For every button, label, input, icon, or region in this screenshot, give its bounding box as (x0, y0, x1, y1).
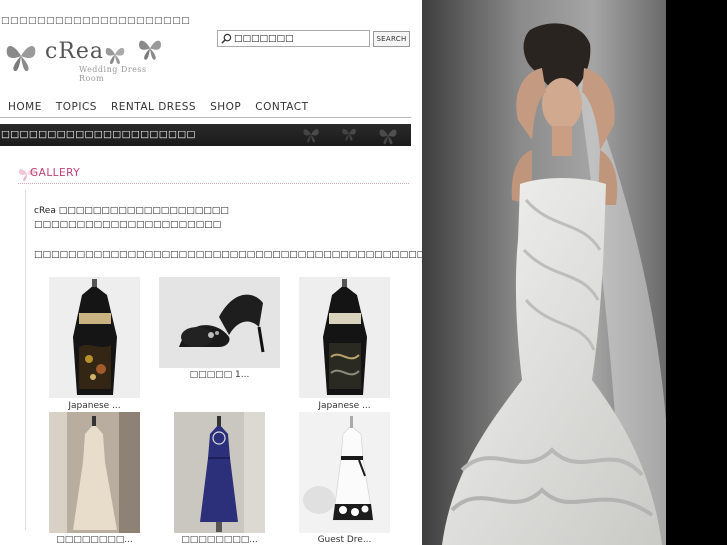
main-column: □□□□□□□□□□□□□□□□□□□□□ cRea Wedding Dress… (0, 0, 553, 545)
hero-bridal-photo (422, 0, 666, 545)
nav-contact[interactable]: CONTACT (255, 100, 308, 117)
nav-shop[interactable]: SHOP (210, 100, 241, 117)
banner-text: □□□□□□□□□□□□□□□□□□□□□ (1, 129, 196, 140)
butterfly-icon (139, 40, 161, 60)
butterfly-icon (6, 46, 36, 72)
intro-line: □□□□□□□□□□□□□□□□□□□□□□ (34, 220, 222, 230)
dress-photo (49, 412, 140, 533)
search-input[interactable] (234, 32, 366, 45)
butterfly-icon (342, 128, 356, 141)
butterfly-icon (303, 129, 319, 143)
nav-home[interactable]: HOME (8, 100, 42, 117)
gallery-caption[interactable]: Japanese ... (299, 401, 390, 411)
gallery-title: GALLERY (30, 167, 81, 179)
search-button[interactable]: SEARCH (373, 31, 410, 47)
gallery-thumb[interactable] (299, 277, 390, 398)
gallery-caption[interactable]: Guest Dre... (299, 535, 390, 545)
nav-topics[interactable]: TOPICS (56, 100, 97, 117)
nav-rental-dress[interactable]: RENTAL DRESS (111, 100, 196, 117)
gallery-heading: GALLERY (18, 166, 409, 184)
dress-photo (174, 412, 265, 533)
logo-wordmark: cRea (45, 39, 105, 64)
page-banner: □□□□□□□□□□□□□□□□□□□□□ (0, 124, 411, 146)
right-margin (666, 0, 727, 545)
gallery-thumb[interactable] (159, 277, 280, 368)
kimono-photo (49, 277, 140, 398)
gallery-caption[interactable]: Japanese ... (49, 401, 140, 411)
kimono-photo (299, 277, 390, 398)
logo-subtitle: Wedding Dress Room (79, 65, 147, 83)
gallery-intro: cRea □□□□□□□□□□□□□□□□□□□□ □□□□□□□□□□□□□□… (34, 204, 229, 232)
gallery-thumb[interactable] (49, 412, 140, 533)
butterfly-icon (379, 129, 397, 145)
gallery-caption[interactable]: □□□□□□□□... (174, 535, 265, 545)
gallery-caption[interactable]: □□□□□ 1... (159, 370, 280, 380)
gallery-caption[interactable]: □□□□□□□□... (49, 535, 140, 545)
main-nav: HOME TOPICS RENTAL DRESS SHOP CONTACT (0, 100, 411, 118)
shoes-photo (159, 277, 280, 368)
intro-line: cRea □□□□□□□□□□□□□□□□□□□□ (34, 206, 229, 216)
butterfly-icon (105, 47, 125, 65)
site-tagline: □□□□□□□□□□□□□□□□□□□□□ (1, 16, 191, 26)
content-divider (25, 190, 26, 530)
gallery-thumb[interactable] (49, 277, 140, 398)
gallery-thumb[interactable] (299, 412, 390, 533)
search-icon (221, 33, 232, 44)
bride-photo (422, 0, 666, 545)
gallery-thumb[interactable] (174, 412, 265, 533)
search-box[interactable] (217, 30, 370, 47)
site-logo[interactable]: cRea Wedding Dress Room (3, 36, 173, 83)
dress-photo (299, 412, 390, 533)
